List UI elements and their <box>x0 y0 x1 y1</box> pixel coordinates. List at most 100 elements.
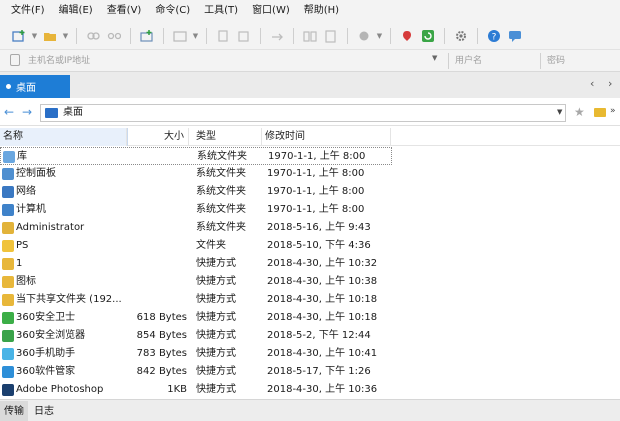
file-type: 快捷方式 <box>196 330 236 341</box>
path-dropdown-icon[interactable]: ▼ <box>557 108 562 116</box>
file-size <box>128 237 187 255</box>
host-dropdown-icon[interactable]: ▼ <box>432 54 437 62</box>
file-name: 控制面板 <box>16 168 56 179</box>
tab-transfer[interactable]: 传输 <box>0 401 28 421</box>
table-row[interactable]: 控制面板 系统文件夹 1970-1-1, 上午 8:00 <box>0 165 392 183</box>
menu-view[interactable]: 查看(V) <box>100 0 149 22</box>
file-size: 854 Bytes <box>136 330 187 341</box>
help-icon[interactable]: ? <box>485 27 503 45</box>
compare-icon[interactable] <box>301 27 319 45</box>
column-name[interactable]: 名称 <box>3 128 127 146</box>
tab-log[interactable]: 日志 <box>34 401 54 421</box>
file-type: 系统文件夹 <box>196 204 246 215</box>
refresh-icon[interactable] <box>419 27 437 45</box>
new-folder-icon[interactable] <box>138 27 156 45</box>
username-input[interactable]: 用户名 <box>448 53 538 69</box>
menu-tools[interactable]: 工具(T) <box>197 0 245 22</box>
tab-dot-icon <box>6 84 11 89</box>
menu-file[interactable]: 文件(F) <box>4 0 52 22</box>
file-mtime: 1970-1-1, 上午 8:00 <box>268 151 366 162</box>
host-input[interactable]: 主机名或IP地址 <box>28 53 443 69</box>
table-row[interactable]: 图标 快捷方式 2018-4-30, 上午 10:38 <box>0 273 392 291</box>
file-name: 1 <box>16 258 23 269</box>
table-row[interactable]: Adobe Photoshop 1KB 快捷方式 2018-4-30, 上午 1… <box>0 381 392 397</box>
tab-desktop[interactable]: 桌面 <box>0 75 70 98</box>
menu-help[interactable]: 帮助(H) <box>297 0 346 22</box>
column-size[interactable]: 大小 <box>128 128 189 146</box>
table-row[interactable]: 360安全卫士 618 Bytes 快捷方式 2018-4-30, 上午 10:… <box>0 309 392 327</box>
column-modified-time[interactable]: 修改时间 <box>265 128 391 146</box>
file-name: 360软件管家 <box>16 366 76 377</box>
file-type: 快捷方式 <box>196 312 236 323</box>
red-tool-icon[interactable] <box>398 27 416 45</box>
app-photoshop-icon <box>2 384 14 396</box>
file-type: 快捷方式 <box>196 366 236 377</box>
table-row[interactable]: 网络 系统文件夹 1970-1-1, 上午 8:00 <box>0 183 392 201</box>
paste-icon[interactable] <box>235 27 253 45</box>
table-row[interactable]: 1 快捷方式 2018-4-30, 上午 10:32 <box>0 255 392 273</box>
file-mtime: 2018-4-30, 上午 10:36 <box>267 384 378 395</box>
file-mtime: 1970-1-1, 上午 8:00 <box>267 186 365 197</box>
table-row[interactable]: 库 系统文件夹 1970-1-1, 上午 8:00 <box>0 147 392 165</box>
disconnect-icon[interactable] <box>105 27 123 45</box>
file-size <box>128 291 187 309</box>
settings-icon[interactable] <box>452 27 470 45</box>
svg-text:?: ? <box>492 32 497 42</box>
file-size: 783 Bytes <box>136 348 187 359</box>
file-mtime: 2018-4-30, 上午 10:41 <box>267 348 378 359</box>
table-row[interactable]: PS 文件夹 2018-5-10, 下午 4:36 <box>0 237 392 255</box>
path-input[interactable]: 桌面 ▼ <box>40 104 566 122</box>
back-arrow-icon[interactable]: ← <box>4 105 14 119</box>
file-size <box>128 255 187 273</box>
table-row[interactable]: 计算机 系统文件夹 1970-1-1, 上午 8:00 <box>0 201 392 219</box>
file-type: 系统文件夹 <box>196 186 246 197</box>
toolbar-divider <box>130 27 131 44</box>
file-name: 360手机助手 <box>16 348 76 359</box>
column-type[interactable]: 类型 <box>196 128 262 146</box>
open-folder-icon[interactable] <box>41 27 59 45</box>
forward-arrow-icon[interactable]: → <box>22 105 32 119</box>
menu-window[interactable]: 窗口(W) <box>245 0 297 22</box>
app-360-security-icon <box>2 312 14 324</box>
table-row[interactable]: 360软件管家 842 Bytes 快捷方式 2018-5-17, 下午 1:2… <box>0 363 392 381</box>
bookmark-star-icon[interactable]: ★ <box>574 105 585 119</box>
file-size: 842 Bytes <box>136 366 187 377</box>
shared-folder-icon <box>2 294 14 306</box>
terminal-dropdown-icon[interactable]: ▼ <box>192 32 199 40</box>
tab-scroll-left-icon[interactable]: ‹ <box>590 77 594 90</box>
file-type: 快捷方式 <box>196 384 236 395</box>
menu-edit[interactable]: 编辑(E) <box>52 0 100 22</box>
queue-icon[interactable] <box>322 27 340 45</box>
tab-scroll-right-icon[interactable]: › <box>608 77 612 90</box>
status-dropdown-icon[interactable]: ▼ <box>376 32 383 40</box>
password-input[interactable]: 密码 <box>540 53 620 69</box>
table-row[interactable]: 360手机助手 783 Bytes 快捷方式 2018-4-30, 上午 10:… <box>0 345 392 363</box>
more-chevron-icon[interactable]: » <box>610 106 616 116</box>
file-size <box>128 273 187 291</box>
library-icon <box>3 151 15 163</box>
address-bar: ← → 桌面 ▼ ★ » <box>0 100 620 126</box>
table-row[interactable]: Administrator 系统文件夹 2018-5-16, 上午 9:43 <box>0 219 392 237</box>
file-name: 网络 <box>16 186 36 197</box>
toolbar: ▼ ▼ ▼ ▼ ? <box>0 22 620 50</box>
file-name: 图标 <box>16 276 36 287</box>
control-panel-icon <box>2 168 14 180</box>
status-dot-icon[interactable] <box>355 27 373 45</box>
connect-icon[interactable] <box>84 27 102 45</box>
table-row[interactable]: 360安全浏览器 854 Bytes 快捷方式 2018-5-2, 下午 12:… <box>0 327 392 345</box>
sync-icon[interactable] <box>268 27 286 45</box>
copy-icon[interactable] <box>214 27 232 45</box>
new-session-dropdown-icon[interactable]: ▼ <box>31 32 38 40</box>
menu-command[interactable]: 命令(C) <box>148 0 197 22</box>
app-360-browser-icon <box>2 330 14 342</box>
file-size <box>128 201 187 219</box>
menu-bar: 文件(F) 编辑(E) 查看(V) 命令(C) 工具(T) 窗口(W) 帮助(H… <box>0 0 620 22</box>
table-row[interactable]: 当下共享文件夹 (192... 快捷方式 2018-4-30, 上午 10:18 <box>0 291 392 309</box>
tab-bar: 桌面 ‹ › <box>0 72 620 98</box>
browse-folder-icon[interactable] <box>594 108 606 117</box>
terminal-icon[interactable] <box>171 27 189 45</box>
chat-icon[interactable] <box>506 27 524 45</box>
new-session-icon[interactable] <box>10 27 28 45</box>
open-folder-dropdown-icon[interactable]: ▼ <box>62 32 69 40</box>
toolbar-divider <box>76 27 77 44</box>
